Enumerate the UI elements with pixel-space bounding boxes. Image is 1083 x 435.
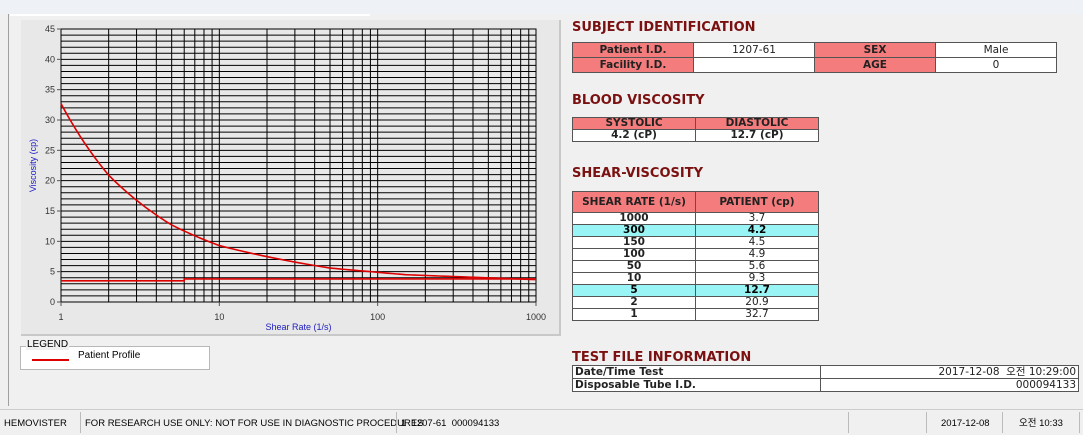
shear-row: 10 9.3: [572, 272, 819, 285]
shear-viscosity-title: SHEAR-VISCOSITY: [572, 166, 703, 181]
y-tick-label: 15: [45, 206, 55, 216]
test-file-information-title: TEST FILE INFORMATION: [572, 350, 752, 365]
shear-viscosity-table: SHEAR RATE (1/s) PATIENT (cp) 1000 3.7 300…: [572, 191, 819, 321]
patient-value-cell: 5.6: [695, 260, 819, 273]
y-tick-label: 30: [45, 115, 55, 125]
viscosity-chart: 0 5 10 15 20 25 30 35 40 45 1 10 100 1000 Shear Rate (…: [28, 24, 546, 332]
sex-label: SEX: [814, 42, 936, 58]
status-date: 2017-12-08: [926, 412, 1002, 433]
patient-value-cell: 32.7: [695, 308, 819, 321]
shear-rate-cell: 150: [572, 236, 696, 249]
divider: [8, 14, 9, 406]
facility-id-value: [693, 57, 815, 73]
x-tick-label: 1: [58, 312, 63, 322]
y-tick-label: 40: [45, 54, 55, 64]
chart-panel: 0 5 10 15 20 25 30 35 40 45 1 10 100 1000 Shear Rate (…: [21, 20, 561, 336]
patient-value-cell: 4.9: [695, 248, 819, 261]
shear-rate-cell: 100: [572, 248, 696, 261]
x-tick-label: 10: [214, 312, 224, 322]
tube-id-label: Disposable Tube I.D.: [572, 378, 821, 392]
status-record: 1 1207-61 000094133: [396, 412, 848, 433]
shear-rate-header: SHEAR RATE (1/s): [572, 191, 696, 213]
top-bar: [0, 0, 1083, 14]
subject-table: Patient I.D. 1207-61 SEX Male Facility I…: [572, 42, 1057, 73]
shear-rate-cell: 300: [572, 224, 696, 237]
shear-row: 150 4.5: [572, 236, 819, 249]
status-notice: FOR RESEARCH USE ONLY: NOT FOR USE IN DI…: [80, 412, 424, 433]
sex-value: Male: [935, 42, 1057, 58]
y-tick-label: 0: [50, 297, 55, 307]
systolic-value: 4.2 (cP): [572, 129, 696, 142]
patient-id-value: 1207-61: [693, 42, 815, 58]
patient-id-label: Patient I.D.: [572, 42, 694, 58]
age-label: AGE: [814, 57, 936, 73]
legend-title: LEGEND: [26, 339, 70, 350]
datetime-value: 2017-12-08 오전 10:29:00: [820, 365, 1079, 379]
shear-row: 1000 3.7: [572, 212, 819, 225]
legend: LEGEND Patient Profile: [20, 339, 210, 370]
shear-rate-cell: 2: [572, 296, 696, 309]
divider: [10, 14, 370, 16]
patient-value-cell: 3.7: [695, 212, 819, 225]
shear-rate-cell: 50: [572, 260, 696, 273]
y-axis-label: Viscosity (cp): [28, 139, 38, 192]
shear-rate-cell: 1: [572, 308, 696, 321]
shear-rate-cell: 1000: [572, 212, 696, 225]
shear-row: 1 32.7: [572, 308, 819, 321]
facility-id-label: Facility I.D.: [572, 57, 694, 73]
patient-value-cell: 9.3: [695, 272, 819, 285]
shear-row: 50 5.6: [572, 260, 819, 273]
datetime-label: Date/Time Test: [572, 365, 821, 379]
diastolic-label: DIASTOLIC: [695, 117, 819, 130]
systolic-label: SYSTOLIC: [572, 117, 696, 130]
y-tick-label: 25: [45, 145, 55, 155]
x-axis-label: Shear Rate (1/s): [265, 322, 331, 332]
shear-rate-cell: 10: [572, 272, 696, 285]
blood-viscosity-title: BLOOD VISCOSITY: [572, 93, 705, 108]
tube-id-value: 000094133: [820, 378, 1079, 392]
status-empty: [848, 412, 926, 433]
plot-area: [60, 28, 537, 303]
y-tick-label: 35: [45, 85, 55, 95]
patient-value-cell: 4.5: [695, 236, 819, 249]
shear-row: 300 4.2: [572, 224, 819, 237]
diastolic-value: 12.7 (cP): [695, 129, 819, 142]
patient-value-cell: 12.7: [695, 284, 819, 297]
y-tick-label: 5: [50, 267, 55, 277]
status-app: HEMOVISTER: [4, 418, 67, 429]
age-value: 0: [935, 57, 1057, 73]
shear-row: 5 12.7: [572, 284, 819, 297]
y-tick-label: 20: [45, 176, 55, 186]
y-tick-label: 10: [45, 236, 55, 246]
test-file-table: Date/Time Test 2017-12-08 오전 10:29:00 Di…: [572, 365, 1079, 392]
x-tick-label: 1000: [526, 312, 546, 322]
x-tick-label: 100: [370, 312, 385, 322]
status-time: 오전 10:33: [1002, 412, 1080, 433]
shear-row: 2 20.9: [572, 296, 819, 309]
legend-item-label: Patient Profile: [78, 350, 141, 361]
status-bar: HEMOVISTER FOR RESEARCH USE ONLY: NOT FO…: [0, 409, 1083, 435]
subject-identification-title: SUBJECT IDENTIFICATION: [572, 20, 756, 35]
shear-rate-cell: 5: [572, 284, 696, 297]
patient-value-cell: 4.2: [695, 224, 819, 237]
blood-viscosity-table: SYSTOLIC DIASTOLIC 4.2 (cP) 12.7 (cP): [572, 117, 819, 142]
legend-line-swatch: [32, 359, 69, 361]
patient-header: PATIENT (cp): [695, 191, 819, 213]
y-tick-label: 45: [45, 24, 55, 34]
shear-row: 100 4.9: [572, 248, 819, 261]
patient-value-cell: 20.9: [695, 296, 819, 309]
